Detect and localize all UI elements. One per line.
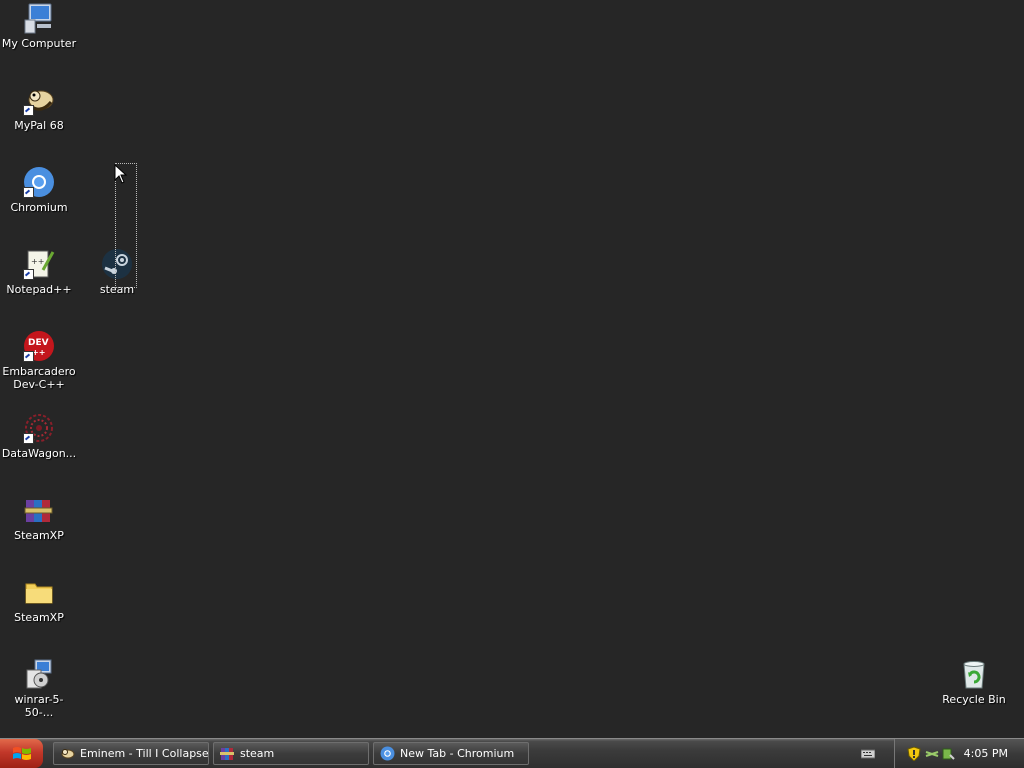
desktop-icon-label: MyPal 68 (14, 119, 64, 132)
svg-text:DEV: DEV (28, 338, 49, 348)
system-tray: 4:05 PM (894, 739, 1024, 768)
mouse-pointer-icon (114, 163, 128, 184)
network-icon[interactable] (925, 746, 939, 760)
desktop-icon-label: Chromium (10, 201, 68, 214)
desktop-icon-label: SteamXP (14, 529, 64, 542)
desktop-icon-label: SteamXP (14, 611, 64, 624)
desktop-icon-label: Notepad++ (6, 283, 72, 296)
taskbar: Eminem - Till I Collapse... steam New Ta… (0, 738, 1024, 768)
taskbar-item-chromium[interactable]: New Tab - Chromium (373, 742, 529, 765)
chromium-icon (380, 746, 395, 761)
start-button[interactable] (0, 739, 43, 768)
desktop-icon-winrar-installer[interactable]: winrar-5-50-... (1, 658, 77, 719)
shortcut-arrow-icon (23, 269, 34, 280)
shortcut-arrow-icon (23, 105, 34, 116)
desktop-icon-mypal[interactable]: MyPal 68 (1, 84, 77, 132)
svg-text:++: ++ (31, 257, 44, 266)
folder-icon (23, 576, 55, 608)
desktop: My Computer MyPal 68 Chromium ++ Notepad… (0, 0, 1024, 738)
mypal-icon (23, 84, 55, 116)
shortcut-arrow-icon (23, 351, 34, 362)
desktop-icon-chromium[interactable]: Chromium (1, 166, 77, 214)
desktop-icon-steamxp-archive[interactable]: SteamXP (1, 494, 77, 542)
winrar-archive-icon (23, 494, 55, 526)
desktop-icon-label: DataWagon... (1, 447, 77, 460)
installer-icon (23, 658, 55, 690)
desktop-icon-recycle-bin[interactable]: Recycle Bin (936, 658, 1012, 706)
safely-remove-hardware-icon[interactable] (941, 746, 955, 760)
taskbar-item-steam[interactable]: steam (213, 742, 369, 765)
chromium-icon (23, 166, 55, 198)
shortcut-arrow-icon (23, 433, 34, 444)
taskbar-item-label: steam (240, 747, 275, 760)
clock[interactable]: 4:05 PM (964, 739, 1008, 768)
desktop-icon-notepad-plus-plus[interactable]: ++ Notepad++ (1, 248, 77, 296)
winrar-archive-icon (220, 746, 235, 761)
desktop-icon-steamxp-folder[interactable]: SteamXP (1, 576, 77, 624)
recycle-bin-icon (958, 658, 990, 690)
notepad-plus-plus-icon: ++ (23, 248, 55, 280)
desktop-icon-datawagon[interactable]: DataWagon... (1, 412, 77, 460)
windows-logo-icon (12, 746, 31, 760)
media-player-icon (60, 746, 75, 761)
desktop-icon-label: Embarcadero Dev-C++ (2, 365, 76, 391)
desktop-icon-my-computer[interactable]: My Computer (1, 2, 77, 50)
desktop-icon-dev-cpp[interactable]: DEV ++ Embarcadero Dev-C++ (1, 330, 77, 391)
taskbar-item-eminem[interactable]: Eminem - Till I Collapse... (53, 742, 209, 765)
svg-text:++: ++ (32, 348, 45, 357)
keyboard-icon[interactable] (860, 746, 876, 760)
computer-icon (23, 2, 55, 34)
dev-cpp-icon: DEV ++ (23, 330, 55, 362)
shortcut-arrow-icon (23, 187, 34, 198)
desktop-icon-label: winrar-5-50-... (14, 693, 64, 719)
security-shield-icon[interactable] (907, 746, 921, 762)
taskbar-item-label: New Tab - Chromium (400, 747, 515, 760)
datawagon-icon (23, 412, 55, 444)
desktop-icon-label: My Computer (1, 37, 77, 50)
desktop-icon-label: Recycle Bin (942, 693, 1006, 706)
taskbar-item-label: Eminem - Till I Collapse... (80, 747, 209, 760)
